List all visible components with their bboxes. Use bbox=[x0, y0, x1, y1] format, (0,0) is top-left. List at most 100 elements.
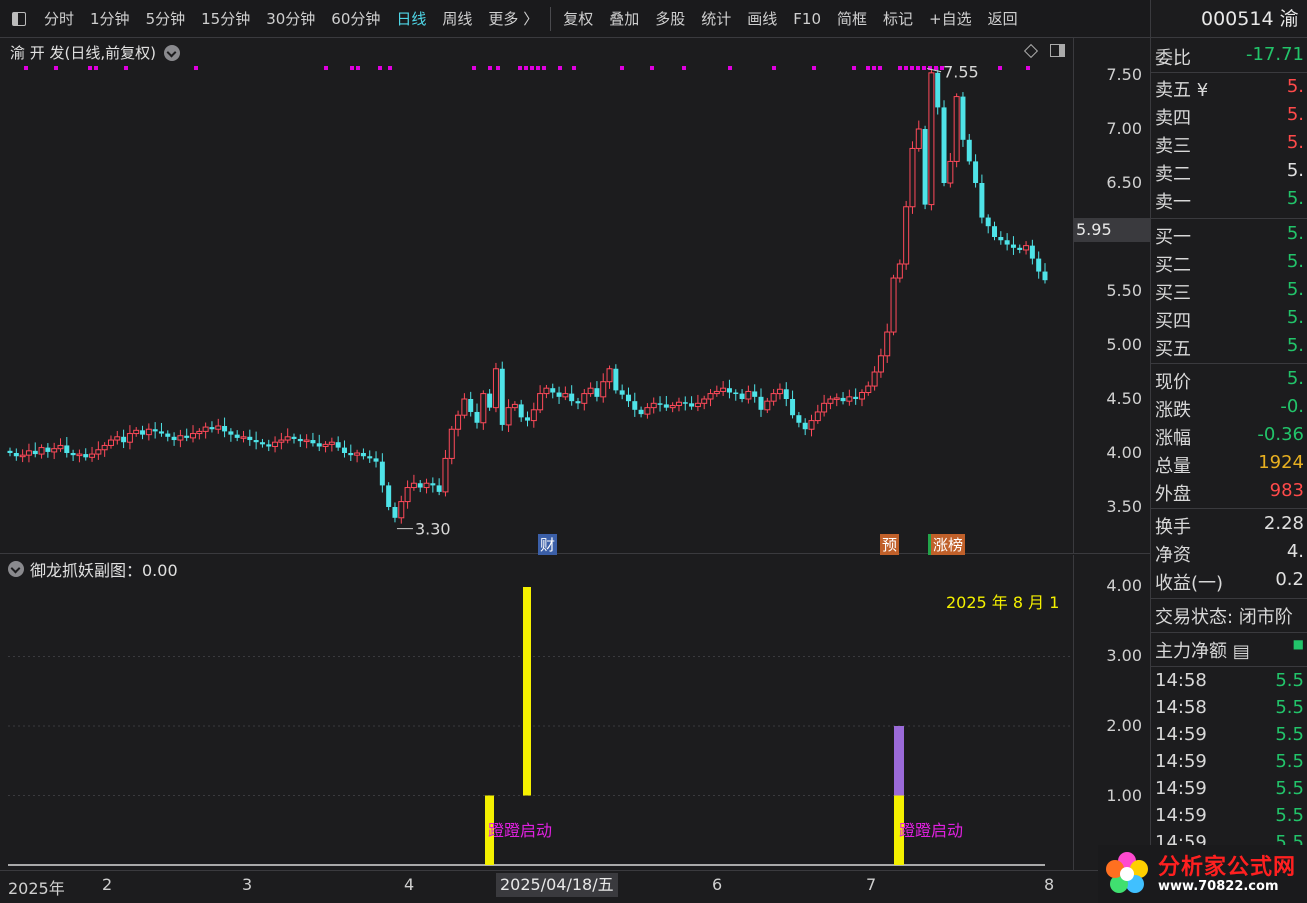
quote-row: 总量 1924 bbox=[1155, 452, 1307, 480]
stats-button[interactable]: 统计 bbox=[693, 0, 739, 38]
quote-row-label: 涨幅 bbox=[1155, 428, 1191, 449]
period-tab-15min[interactable]: 15分钟 bbox=[193, 0, 258, 38]
net-flow-label: 主力净额 ▤ bbox=[1155, 641, 1250, 662]
candle-body bbox=[417, 483, 423, 488]
low-price-label: 3.30 bbox=[415, 520, 451, 539]
quote-row-value: 5. bbox=[1286, 223, 1304, 244]
candle-body bbox=[632, 401, 638, 410]
quote-row: 卖五 ¥ 5. bbox=[1155, 76, 1307, 104]
signal-dot bbox=[488, 66, 492, 70]
multi-stock-button[interactable]: 多股 bbox=[647, 0, 693, 38]
stock-code: 000514 渝 bbox=[1151, 0, 1307, 38]
trade-status: 交易状态: 闭市阶 bbox=[1155, 603, 1307, 631]
draw-line-button[interactable]: 画线 bbox=[739, 0, 785, 38]
simple-frame-button[interactable]: 简框 bbox=[829, 0, 875, 38]
candle-body bbox=[436, 485, 442, 492]
signal-dot bbox=[620, 66, 624, 70]
quote-divider bbox=[1151, 598, 1307, 599]
add-watchlist-button[interactable]: +自选 bbox=[921, 0, 980, 38]
tick-price: 5.5 bbox=[1275, 778, 1304, 799]
quote-row: 卖一 5. bbox=[1155, 188, 1307, 216]
candle-body bbox=[985, 217, 991, 227]
candle-body bbox=[530, 409, 537, 422]
price-axis: 7.50 7.00 6.50 5.95 5.50 5.00 4.50 4.00 … bbox=[1073, 38, 1151, 554]
candle-body bbox=[713, 390, 720, 395]
quote-divider bbox=[1151, 218, 1307, 219]
quote-row: 净资 4. bbox=[1155, 541, 1307, 569]
net-flow-header[interactable]: 主力净额 ▤ ■ bbox=[1155, 637, 1307, 665]
candle-body bbox=[209, 427, 215, 430]
period-tab-daily[interactable]: 日线 bbox=[388, 0, 434, 38]
indicator-chart[interactable]: 蹬蹬启动 蹬蹬启动 bbox=[0, 555, 1073, 870]
panel-toggle-icon[interactable] bbox=[1050, 44, 1065, 57]
back-button[interactable]: 返回 bbox=[980, 0, 1026, 38]
indicator-tick: 1.00 bbox=[1106, 786, 1142, 805]
period-tab-5min[interactable]: 5分钟 bbox=[138, 0, 194, 38]
period-tab-60min[interactable]: 60分钟 bbox=[323, 0, 388, 38]
quote-row-label: 换手 bbox=[1155, 517, 1191, 538]
signal-dot bbox=[916, 66, 920, 70]
candle-body bbox=[367, 456, 373, 459]
candlestick-chart[interactable]: 7.55 3.30 bbox=[0, 38, 1073, 554]
quote-divider bbox=[1151, 666, 1307, 667]
quote-row-value: 5. bbox=[1286, 251, 1304, 272]
candle-body bbox=[562, 393, 569, 398]
candle-body bbox=[827, 398, 834, 404]
quote-row-value: 5. bbox=[1286, 279, 1304, 300]
quote-row: 涨跌 -0. bbox=[1155, 396, 1307, 424]
period-tab-30min[interactable]: 30分钟 bbox=[258, 0, 323, 38]
tick-row: 14:58 5.5 bbox=[1155, 697, 1307, 725]
tick-time: 14:58 bbox=[1155, 670, 1207, 691]
signal-dot bbox=[518, 66, 522, 70]
candle-body bbox=[114, 436, 121, 441]
candle-body bbox=[404, 487, 411, 503]
candle-body bbox=[853, 396, 859, 399]
candle-body bbox=[158, 431, 164, 434]
indicator-bar-label: 蹬蹬启动 bbox=[899, 821, 963, 840]
candle-body bbox=[650, 402, 657, 409]
signal-dot bbox=[524, 66, 528, 70]
candle-body bbox=[973, 161, 979, 183]
signal-dot bbox=[378, 66, 382, 70]
chart-options-chevron-icon[interactable] bbox=[164, 44, 181, 61]
sidebar-toggle-icon[interactable] bbox=[12, 11, 26, 26]
signal-dot bbox=[852, 66, 856, 70]
candle-body bbox=[442, 457, 449, 493]
indicator-options-chevron-icon[interactable] bbox=[8, 561, 24, 577]
quote-row-value: 4. bbox=[1286, 541, 1304, 562]
quote-row: 买一 5. bbox=[1155, 223, 1307, 251]
candle-body bbox=[966, 139, 972, 162]
candle-body bbox=[184, 435, 190, 438]
candle-body bbox=[675, 401, 682, 406]
candlestick-chart-pane[interactable]: 7.55 3.30 渝 开 发(日线,前复权) 财 预 涨榜 7.50 7.00 … bbox=[0, 38, 1151, 555]
period-tab-1min[interactable]: 1分钟 bbox=[82, 0, 138, 38]
toolbar: 分时 1分钟 5分钟 15分钟 30分钟 60分钟 日线 周线 更多 〉 复权 … bbox=[0, 0, 1150, 38]
period-tab-weekly[interactable]: 周线 bbox=[434, 0, 480, 38]
signal-dot bbox=[350, 66, 354, 70]
f10-button[interactable]: F10 bbox=[785, 0, 829, 38]
candle-body bbox=[1023, 245, 1030, 251]
overlay-button[interactable]: 叠加 bbox=[601, 0, 647, 38]
candle-body bbox=[448, 428, 455, 459]
candle-body bbox=[379, 461, 385, 486]
quote-row-label: 买三 bbox=[1155, 283, 1191, 304]
signal-dot bbox=[388, 66, 392, 70]
tick-price: 5.5 bbox=[1275, 805, 1304, 826]
signal-dot bbox=[356, 66, 360, 70]
period-tab-minute[interactable]: 分时 bbox=[36, 0, 82, 38]
indicator-tick: 4.00 bbox=[1106, 576, 1142, 595]
candle-body bbox=[808, 420, 815, 430]
flower-logo-icon bbox=[1106, 852, 1148, 893]
candle-body bbox=[316, 443, 322, 447]
indicator-pane[interactable]: 蹬蹬启动 蹬蹬启动 御龙抓妖副图：0.00 2025 年 8 月 1 4.00 3… bbox=[0, 555, 1150, 870]
mark-button[interactable]: 标记 bbox=[875, 0, 921, 38]
period-more-button[interactable]: 更多 〉 bbox=[480, 0, 546, 38]
signal-dot bbox=[24, 66, 28, 70]
adjust-button[interactable]: 复权 bbox=[555, 0, 601, 38]
quote-row: 换手 2.28 bbox=[1155, 513, 1307, 541]
quote-row: 买二 5. bbox=[1155, 251, 1307, 279]
signal-dot bbox=[910, 66, 914, 70]
candle-body bbox=[511, 403, 518, 409]
signal-dot bbox=[922, 66, 926, 70]
date-tick: 6 bbox=[712, 875, 723, 894]
